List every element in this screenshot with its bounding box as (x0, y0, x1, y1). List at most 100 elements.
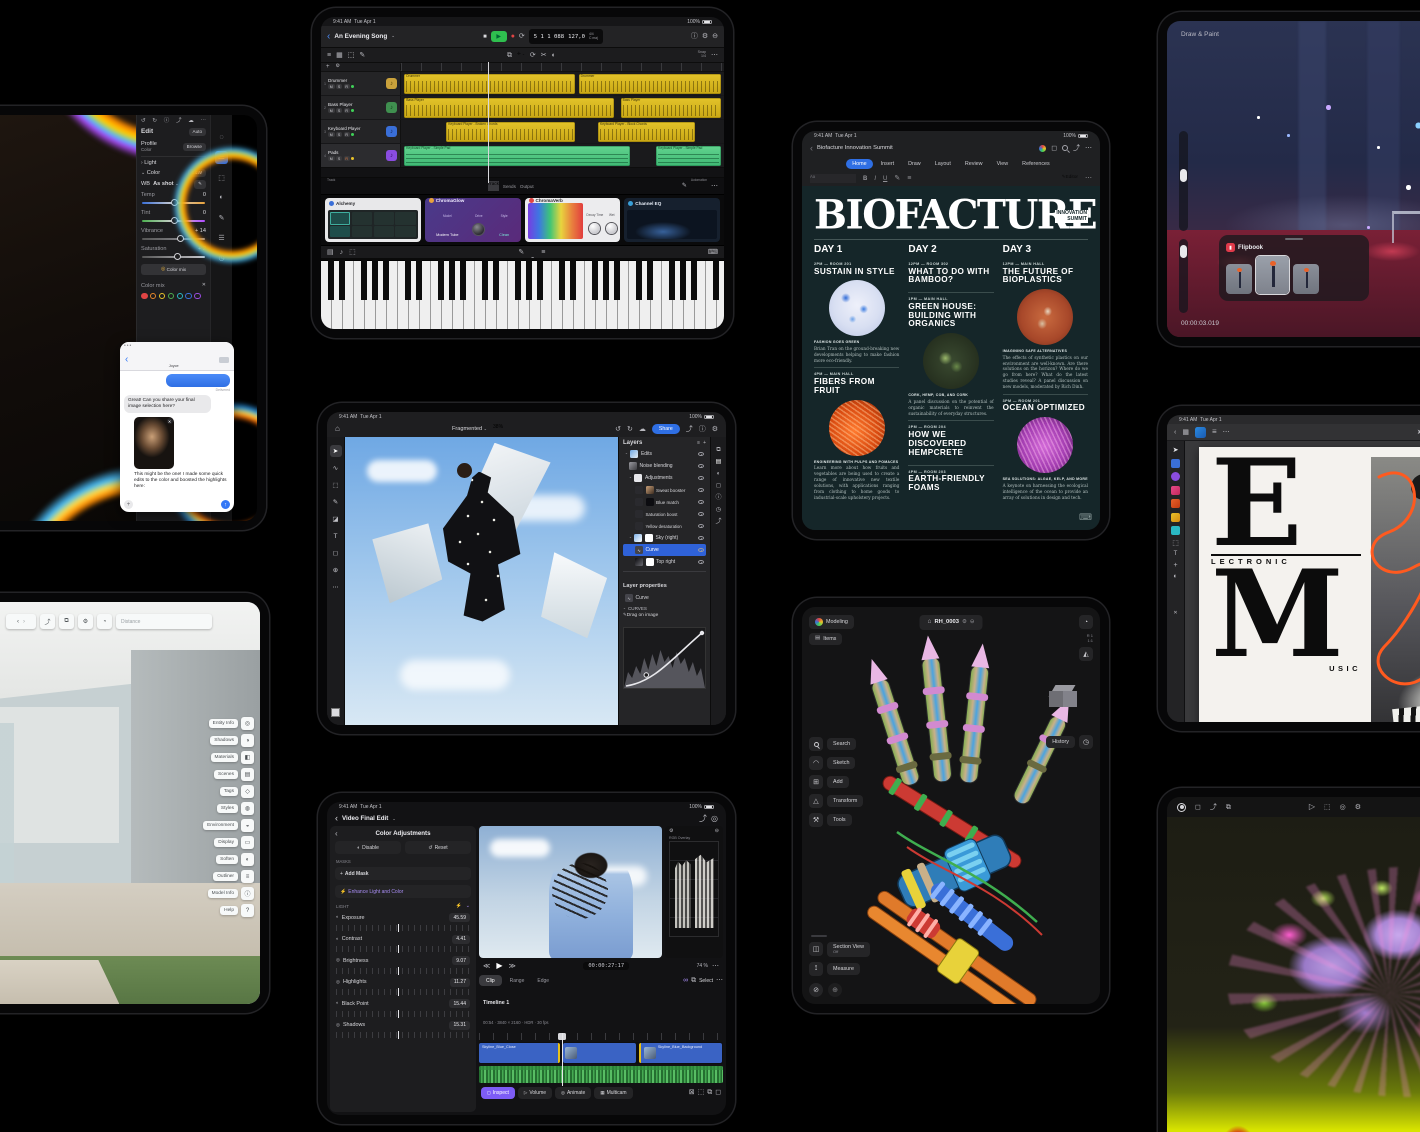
delete-icon[interactable]: ⊠ (689, 1089, 695, 1096)
lcd-display[interactable]: 5 1 1 088 127,0 4/4 C maj (529, 29, 603, 44)
title-chevron-icon[interactable]: ⌄ (392, 817, 395, 821)
arrange-icon[interactable]: ⧉ (716, 447, 720, 453)
color-swatch-teal[interactable] (177, 293, 184, 300)
zoom-tool-icon[interactable]: + (1173, 562, 1177, 569)
panel-shadows[interactable]: Shadows (210, 736, 238, 745)
color-swatch-red[interactable] (141, 293, 148, 300)
modeling-menu[interactable]: Modeling (809, 615, 854, 629)
close-icon[interactable]: ✕ (202, 283, 206, 288)
tab-track[interactable]: Track (488, 181, 499, 191)
panel-outliner[interactable]: Outliner (213, 872, 238, 881)
account-icon[interactable]: ◔ (1079, 615, 1093, 629)
animate-button[interactable]: ◎Animate (555, 1087, 591, 1099)
align-button[interactable]: ≡ (907, 175, 911, 182)
open-icon[interactable]: ⤴ (40, 614, 55, 629)
color-swatch-orange[interactable] (150, 293, 157, 300)
panel-model-info[interactable]: Model Info (208, 889, 238, 898)
heal-tool-icon[interactable]: ◌ (215, 131, 228, 144)
app-home-icon[interactable] (1195, 427, 1206, 438)
settings-icon[interactable]: ⚙ (702, 33, 708, 40)
curves-graph[interactable] (623, 627, 706, 689)
more-icon[interactable]: ⋯ (711, 183, 718, 190)
search-label[interactable]: Search (827, 738, 856, 750)
artboard-tool-icon[interactable] (1171, 459, 1180, 468)
select-tool-icon[interactable]: ⬚ (330, 479, 342, 491)
record-enable-button[interactable]: R (344, 84, 350, 89)
snap-setting[interactable]: Snap1/4 (698, 51, 706, 59)
surface-settings-button[interactable]: ⚙ (530, 248, 535, 257)
more-icon[interactable]: ⋯ (1085, 145, 1092, 152)
outliner-icon[interactable]: ≡ (241, 870, 254, 883)
edit-plugins-icon[interactable]: ✎ (682, 183, 687, 189)
timeline-ruler[interactable] (401, 63, 724, 71)
help-icon[interactable]: ? (241, 904, 254, 917)
brush-opacity-slider[interactable] (1179, 239, 1188, 313)
model-info-icon[interactable]: ⓘ (241, 887, 254, 900)
flipbook-panel[interactable]: ▮ Flipbook (1219, 235, 1369, 301)
settings-icon[interactable]: ⚙ (712, 426, 718, 433)
frames-icon[interactable]: ⬚ (1324, 804, 1331, 811)
measure-label[interactable]: Measure (827, 963, 860, 975)
scope-settings-icon[interactable]: ⚙ (669, 829, 673, 834)
shapr-viewport[interactable]: Modeling ▤Items ⌂ RH_0003 ⚙ ⊖ ◔ R 11:1 ◭… (802, 607, 1100, 1004)
panel-environment[interactable]: Environment (203, 821, 238, 830)
pen-tool-icon[interactable] (1171, 486, 1180, 495)
doc-minus-icon[interactable]: ⊖ (970, 620, 975, 626)
more-tools-icon[interactable]: ⋯ (330, 581, 342, 593)
frame-thumbnail-current[interactable] (1256, 256, 1289, 294)
tab-sends[interactable]: Sends (503, 184, 516, 189)
brightness-slider[interactable]: ◎Brightness9.07 (336, 956, 470, 974)
grid-icon[interactable]: ▦ (1182, 429, 1189, 436)
compose-text[interactable]: This might be the one! I made some quick… (124, 472, 230, 491)
history-icon[interactable]: ◷ (716, 507, 721, 513)
drawpaint-canvas[interactable]: Draw & Paint ▮ Flipbook 00:00:03.019 (1167, 21, 1420, 337)
undo-icon[interactable]: ↺ (141, 119, 146, 125)
fill-tool-icon[interactable] (1171, 526, 1180, 535)
color-swatch-yellow[interactable] (159, 293, 166, 300)
back-icon[interactable]: ‹ (125, 355, 128, 365)
notifications-icon[interactable]: ◔ (97, 614, 112, 629)
tracks-view-icon[interactable]: ≡ (327, 52, 331, 59)
measure-icon[interactable]: ⟟ (809, 962, 823, 976)
audio-track[interactable] (479, 1066, 723, 1083)
export-icon[interactable]: ⤴ (686, 426, 693, 433)
scope-close-icon[interactable]: ⊖ (715, 829, 719, 834)
mute-button[interactable]: M (328, 132, 335, 137)
shadows-icon[interactable]: ◑ (241, 734, 254, 747)
solo-button[interactable]: S (336, 132, 342, 137)
exposure-slider[interactable]: ◐Exposure45.59 (336, 913, 470, 931)
more-icon[interactable]: ⋯ (201, 119, 207, 125)
font-picker[interactable]: Aa (810, 174, 856, 183)
project-title[interactable]: An Evening Song (334, 33, 387, 40)
undo-redo-group[interactable]: ‹› (6, 614, 36, 629)
shadows-slider[interactable]: ◎Shadows15.31 (336, 1021, 470, 1039)
piano-keyboard[interactable] (321, 258, 724, 329)
distance-field[interactable]: Distance (116, 614, 212, 629)
history-clock-icon[interactable]: ◷ (1079, 735, 1093, 749)
notifications-icon[interactable]: ◭ (1079, 647, 1093, 661)
add-mask-button[interactable]: +Add Mask (335, 867, 471, 880)
dismiss-keyboard-icon[interactable]: ⌨ (1079, 513, 1092, 522)
text-tool-icon[interactable]: T (1174, 551, 1178, 557)
panel-scenes[interactable]: Scenes (214, 770, 238, 779)
mute-button[interactable]: M (328, 108, 335, 113)
record-enable-button[interactable]: R (344, 132, 350, 137)
pencil-icon[interactable]: ✎ (359, 52, 365, 59)
back-icon[interactable]: ‹ (810, 144, 813, 153)
share-button[interactable]: Share (652, 424, 680, 434)
editor-button[interactable]: ✎Editor (1062, 174, 1078, 184)
editor-view-icon[interactable]: ⬚ (348, 52, 355, 59)
clip[interactable]: Skyline_Blue_Background (639, 1043, 722, 1063)
connect-icon[interactable]: ∞ (683, 977, 688, 984)
layer-row[interactable]: Noise blending (623, 460, 706, 472)
play-icon[interactable]: ▶ (496, 962, 502, 970)
pencil-icon[interactable]: ✎ (518, 249, 524, 256)
shape-tool-icon[interactable]: ◻ (330, 547, 342, 559)
avatar[interactable] (167, 351, 180, 364)
design-canvas[interactable]: E LECTRONIC M USIC (1185, 441, 1420, 722)
section-view-label[interactable]: Section ViewOff (827, 942, 870, 957)
search-icon[interactable] (1062, 145, 1068, 151)
render-canvas[interactable]: ⟳ (1167, 817, 1420, 1132)
skip-forward-icon[interactable]: ≫ (508, 963, 515, 970)
foreground-color-swatch[interactable] (331, 708, 340, 717)
